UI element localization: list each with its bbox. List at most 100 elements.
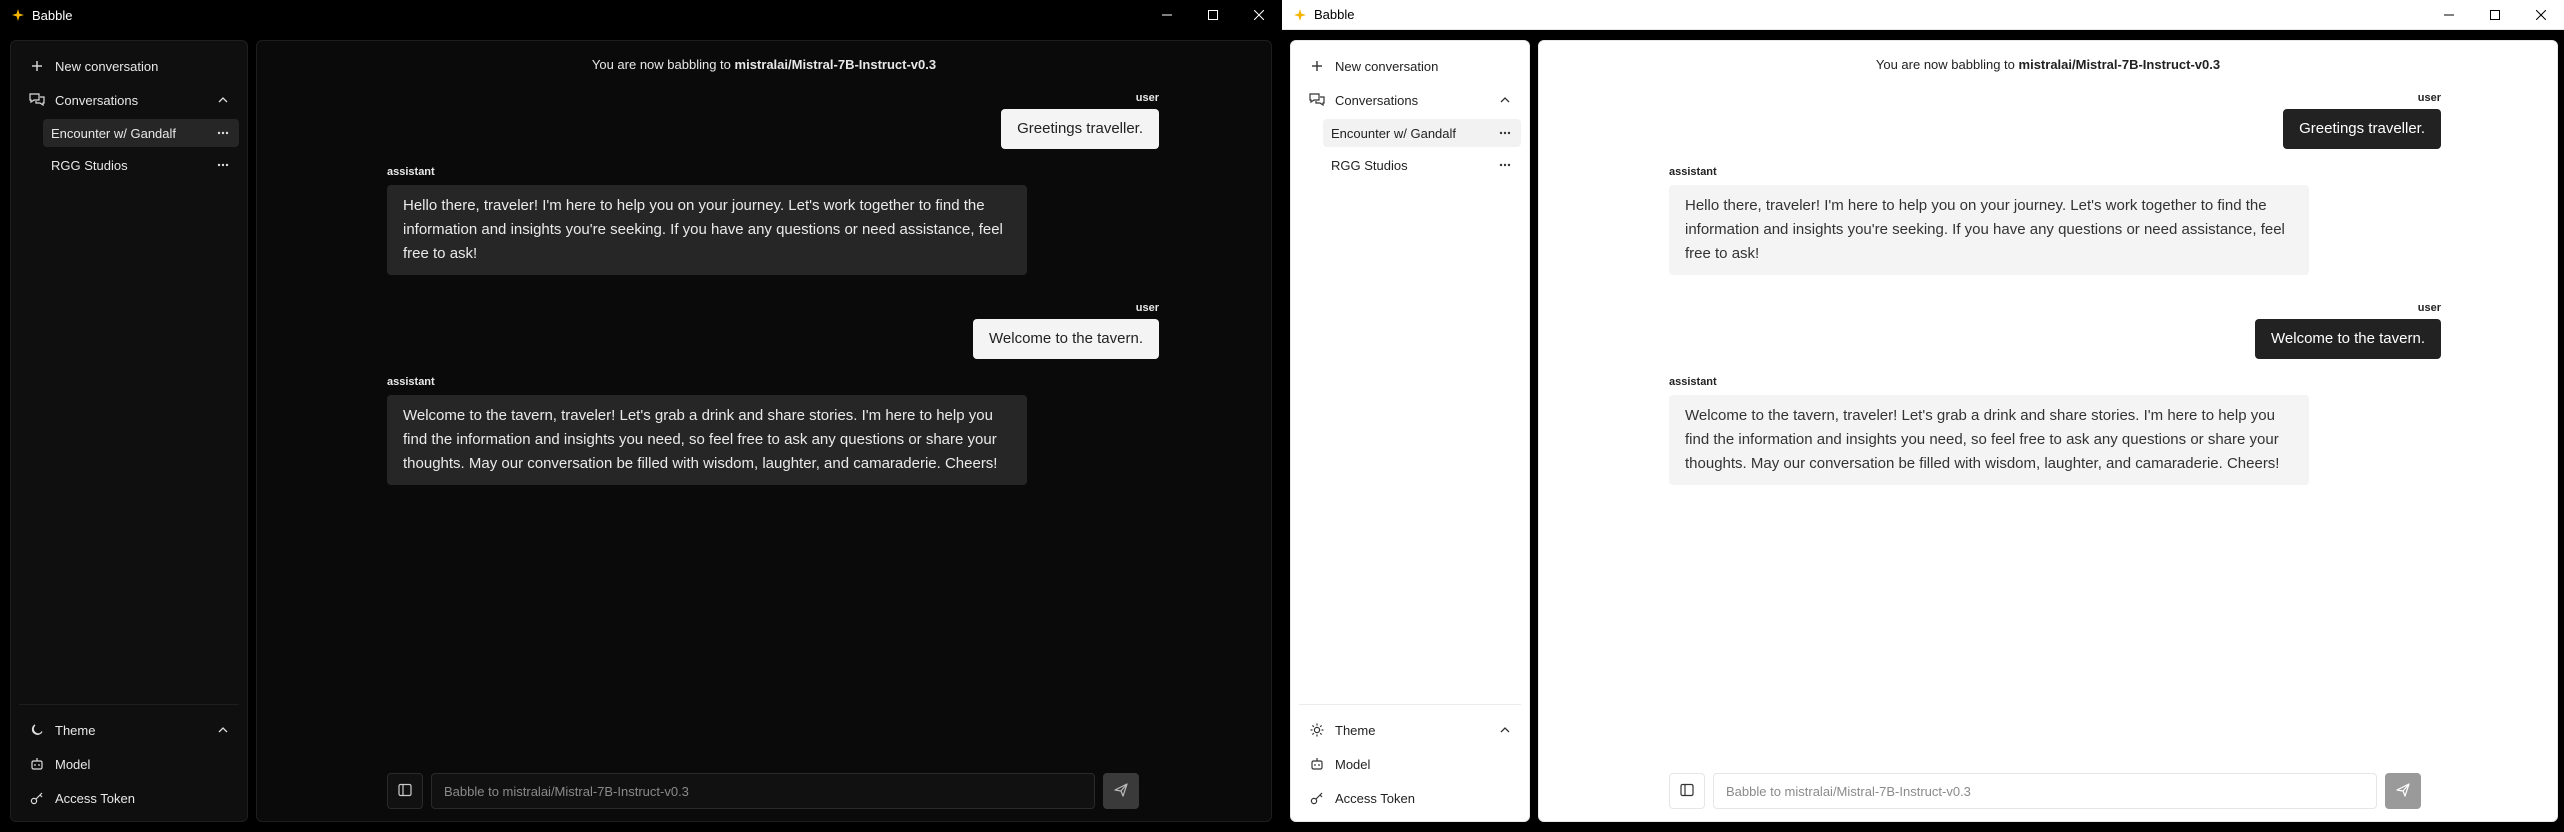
theme-section-toggle[interactable]: Theme xyxy=(19,713,239,747)
conversation-label: Encounter w/ Gandalf xyxy=(51,125,177,141)
assistant-message: Welcome to the tavern, traveler! Let's g… xyxy=(1669,395,2309,485)
assistant-message: Hello there, traveler! I'm here to help … xyxy=(387,185,1027,275)
assistant-message: Welcome to the tavern, traveler! Let's g… xyxy=(387,395,1027,485)
chat-panel: You are now babbling to mistralai/Mistra… xyxy=(1538,40,2558,822)
chevron-up-icon xyxy=(1497,92,1513,108)
title-bar: Babble xyxy=(0,0,1282,30)
conversation-label: RGG Studios xyxy=(51,157,128,173)
conversations-label: Conversations xyxy=(1335,92,1419,108)
model-button[interactable]: Model xyxy=(19,747,239,781)
conversation-item[interactable]: RGG Studios xyxy=(1323,151,1521,179)
sidebar: New conversation Conversations Encounter… xyxy=(1290,40,1530,822)
title-bar: Babble xyxy=(1282,0,2564,30)
app-logo-icon xyxy=(1292,7,1308,23)
model-banner: You are now babbling to mistralai/Mistra… xyxy=(257,57,1271,72)
more-options-icon[interactable] xyxy=(215,125,231,141)
new-conversation-label: New conversation xyxy=(1335,58,1439,74)
message-role: user xyxy=(1135,92,1159,104)
more-options-icon[interactable] xyxy=(1497,125,1513,141)
message-role: assistant xyxy=(387,376,435,388)
sidebar: New conversation Conversations Encounter… xyxy=(10,40,248,822)
app-title: Babble xyxy=(32,7,73,23)
message-role: assistant xyxy=(1669,376,1717,388)
composer xyxy=(387,773,1159,809)
more-options-icon[interactable] xyxy=(1497,157,1513,173)
key-icon xyxy=(27,788,47,808)
new-conversation-label: New conversation xyxy=(55,58,159,74)
access-token-button[interactable]: Access Token xyxy=(1299,781,1521,815)
minimize-button[interactable] xyxy=(2426,0,2472,30)
message-role: assistant xyxy=(1669,166,1717,178)
user-message: Greetings traveller. xyxy=(1001,109,1159,149)
theme-section-toggle[interactable]: Theme xyxy=(1299,713,1521,747)
message-list: user Greetings traveller. assistant Hell… xyxy=(1669,89,2441,485)
message-list: user Greetings traveller. assistant Hell… xyxy=(387,89,1159,485)
new-conversation-button[interactable]: New conversation xyxy=(19,49,239,83)
model-banner: You are now babbling to mistralai/Mistra… xyxy=(1539,57,2557,72)
send-icon xyxy=(2396,782,2410,800)
chevron-up-icon xyxy=(215,92,231,108)
key-icon xyxy=(1307,788,1327,808)
conversation-item[interactable]: RGG Studios xyxy=(43,151,239,179)
conversation-item[interactable]: Encounter w/ Gandalf xyxy=(1323,119,1521,147)
app-title: Babble xyxy=(1314,7,1355,22)
banner-prefix: You are now babbling to xyxy=(591,57,731,72)
maximize-button[interactable] xyxy=(1190,0,1236,30)
more-options-icon[interactable] xyxy=(215,157,231,173)
user-message: Greetings traveller. xyxy=(2283,109,2441,149)
theme-label: Theme xyxy=(1335,722,1376,738)
sidebar-panel-icon xyxy=(398,783,412,800)
model-button[interactable]: Model xyxy=(1299,747,1521,781)
dark-app-window: Babble New conversation Conversations En… xyxy=(0,0,1282,832)
chat-panel: You are now babbling to mistralai/Mistra… xyxy=(256,40,1272,822)
composer xyxy=(1669,773,2441,809)
model-label: Model xyxy=(55,756,91,772)
toggle-sidebar-button[interactable] xyxy=(387,773,423,809)
plus-icon xyxy=(1307,56,1327,76)
plus-icon xyxy=(27,56,47,76)
message-input[interactable] xyxy=(431,773,1095,809)
chat-bubbles-icon xyxy=(27,90,47,110)
message-role: user xyxy=(1135,302,1159,314)
sun-icon xyxy=(1307,720,1327,740)
toggle-sidebar-button[interactable] xyxy=(1669,773,1705,809)
message-role: user xyxy=(2417,302,2441,314)
light-app-window: Babble New conversation Conversations En… xyxy=(1282,0,2564,832)
moon-icon xyxy=(27,720,47,740)
robot-icon xyxy=(1307,754,1327,774)
new-conversation-button[interactable]: New conversation xyxy=(1299,49,1521,83)
conversations-section-toggle[interactable]: Conversations xyxy=(1299,83,1521,117)
sidebar-panel-icon xyxy=(1680,783,1694,800)
user-message: Welcome to the tavern. xyxy=(973,319,1159,359)
model-label: Model xyxy=(1335,756,1371,772)
theme-label: Theme xyxy=(55,722,96,738)
minimize-button[interactable] xyxy=(1144,0,1190,30)
chevron-up-icon xyxy=(1497,722,1513,738)
message-role: assistant xyxy=(387,166,435,178)
send-button[interactable] xyxy=(2385,773,2421,809)
conversations-label: Conversations xyxy=(55,92,139,108)
assistant-message: Hello there, traveler! I'm here to help … xyxy=(1669,185,2309,275)
access-token-label: Access Token xyxy=(55,790,135,806)
conversation-label: RGG Studios xyxy=(1331,157,1408,173)
maximize-button[interactable] xyxy=(2472,0,2518,30)
send-icon xyxy=(1114,782,1128,800)
close-button[interactable] xyxy=(1236,0,1282,30)
conversations-section-toggle[interactable]: Conversations xyxy=(19,83,239,117)
robot-icon xyxy=(27,754,47,774)
access-token-button[interactable]: Access Token xyxy=(19,781,239,815)
access-token-label: Access Token xyxy=(1335,790,1415,806)
banner-model-name: mistralai/Mistral-7B-Instruct-v0.3 xyxy=(2018,57,2221,72)
app-logo-icon xyxy=(10,7,26,23)
conversation-label: Encounter w/ Gandalf xyxy=(1331,125,1457,141)
message-input[interactable] xyxy=(1713,773,2377,809)
conversation-item[interactable]: Encounter w/ Gandalf xyxy=(43,119,239,147)
send-button[interactable] xyxy=(1103,773,1139,809)
chat-bubbles-icon xyxy=(1307,90,1327,110)
message-role: user xyxy=(2417,92,2441,104)
chevron-up-icon xyxy=(215,722,231,738)
banner-prefix: You are now babbling to xyxy=(1875,57,2015,72)
close-button[interactable] xyxy=(2518,0,2564,30)
banner-model-name: mistralai/Mistral-7B-Instruct-v0.3 xyxy=(734,57,937,72)
user-message: Welcome to the tavern. xyxy=(2255,319,2441,359)
